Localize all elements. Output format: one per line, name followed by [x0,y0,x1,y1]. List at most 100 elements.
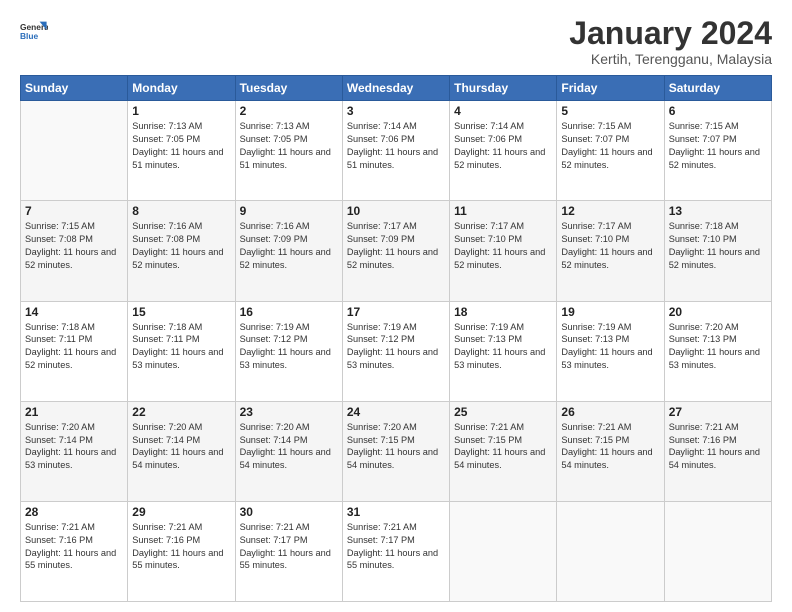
table-row: 29 Sunrise: 7:21 AM Sunset: 7:16 PM Dayli… [128,501,235,601]
table-row [21,101,128,201]
day-number: 1 [132,104,230,118]
day-number: 11 [454,204,552,218]
day-info: Sunrise: 7:13 AM Sunset: 7:05 PM Dayligh… [240,120,338,172]
day-info: Sunrise: 7:18 AM Sunset: 7:11 PM Dayligh… [25,321,123,373]
table-row [450,501,557,601]
table-row: 5 Sunrise: 7:15 AM Sunset: 7:07 PM Daylig… [557,101,664,201]
logo: General Blue [20,16,52,44]
table-row: 24 Sunrise: 7:20 AM Sunset: 7:15 PM Dayli… [342,401,449,501]
table-row: 10Sunrise: 7:17 AM Sunset: 7:09 PM Dayli… [342,201,449,301]
day-number: 28 [25,505,123,519]
day-number: 7 [25,204,123,218]
table-row: 18 Sunrise: 7:19 AM Sunset: 7:13 PM Dayli… [450,301,557,401]
day-info: Sunrise: 7:20 AM Sunset: 7:15 PM Dayligh… [347,421,445,473]
calendar: Sunday Monday Tuesday Wednesday Thursday… [20,75,772,602]
day-info: Sunrise: 7:21 AM Sunset: 7:17 PM Dayligh… [240,521,338,573]
day-info: Sunrise: 7:17 AM Sunset: 7:09 PM Dayligh… [347,220,445,272]
day-info: Sunrise: 7:19 AM Sunset: 7:13 PM Dayligh… [454,321,552,373]
table-row: 16 Sunrise: 7:19 AM Sunset: 7:12 PM Dayli… [235,301,342,401]
table-row: 31 Sunrise: 7:21 AM Sunset: 7:17 PM Dayli… [342,501,449,601]
day-info: Sunrise: 7:20 AM Sunset: 7:14 PM Dayligh… [25,421,123,473]
day-number: 6 [669,104,767,118]
day-info: Sunrise: 7:14 AM Sunset: 7:06 PM Dayligh… [454,120,552,172]
day-number: 15 [132,305,230,319]
table-row: 23 Sunrise: 7:20 AM Sunset: 7:14 PM Dayli… [235,401,342,501]
table-row: 9 Sunrise: 7:16 AM Sunset: 7:09 PM Daylig… [235,201,342,301]
table-row: 20Sunrise: 7:20 AM Sunset: 7:13 PM Dayli… [664,301,771,401]
calendar-week-row: 1 Sunrise: 7:13 AM Sunset: 7:05 PM Daylig… [21,101,772,201]
svg-text:Blue: Blue [20,31,38,41]
day-number: 12 [561,204,659,218]
table-row: 15 Sunrise: 7:18 AM Sunset: 7:11 PM Dayli… [128,301,235,401]
table-row: 7 Sunrise: 7:15 AM Sunset: 7:08 PM Daylig… [21,201,128,301]
header-thursday: Thursday [450,76,557,101]
day-number: 24 [347,405,445,419]
calendar-week-row: 28 Sunrise: 7:21 AM Sunset: 7:16 PM Dayli… [21,501,772,601]
table-row: 12 Sunrise: 7:17 AM Sunset: 7:10 PM Dayli… [557,201,664,301]
header-monday: Monday [128,76,235,101]
day-info: Sunrise: 7:19 AM Sunset: 7:12 PM Dayligh… [347,321,445,373]
header-tuesday: Tuesday [235,76,342,101]
day-number: 21 [25,405,123,419]
header-friday: Friday [557,76,664,101]
day-info: Sunrise: 7:18 AM Sunset: 7:11 PM Dayligh… [132,321,230,373]
day-number: 27 [669,405,767,419]
calendar-header-row: Sunday Monday Tuesday Wednesday Thursday… [21,76,772,101]
day-number: 31 [347,505,445,519]
day-number: 8 [132,204,230,218]
table-row: 3 Sunrise: 7:14 AM Sunset: 7:06 PM Daylig… [342,101,449,201]
calendar-week-row: 14Sunrise: 7:18 AM Sunset: 7:11 PM Dayli… [21,301,772,401]
table-row: 11 Sunrise: 7:17 AM Sunset: 7:10 PM Dayli… [450,201,557,301]
day-info: Sunrise: 7:14 AM Sunset: 7:06 PM Dayligh… [347,120,445,172]
day-number: 18 [454,305,552,319]
header-wednesday: Wednesday [342,76,449,101]
day-number: 29 [132,505,230,519]
table-row: 19 Sunrise: 7:19 AM Sunset: 7:13 PM Dayli… [557,301,664,401]
day-number: 23 [240,405,338,419]
page: General Blue January 2024 Kertih, Tereng… [0,0,792,612]
day-number: 16 [240,305,338,319]
table-row: 13Sunrise: 7:18 AM Sunset: 7:10 PM Dayli… [664,201,771,301]
header: General Blue January 2024 Kertih, Tereng… [20,16,772,67]
day-number: 17 [347,305,445,319]
day-number: 26 [561,405,659,419]
day-info: Sunrise: 7:17 AM Sunset: 7:10 PM Dayligh… [561,220,659,272]
day-number: 30 [240,505,338,519]
day-info: Sunrise: 7:20 AM Sunset: 7:14 PM Dayligh… [240,421,338,473]
day-info: Sunrise: 7:19 AM Sunset: 7:13 PM Dayligh… [561,321,659,373]
day-info: Sunrise: 7:15 AM Sunset: 7:07 PM Dayligh… [669,120,767,172]
table-row: 28Sunrise: 7:21 AM Sunset: 7:16 PM Dayli… [21,501,128,601]
header-saturday: Saturday [664,76,771,101]
day-number: 22 [132,405,230,419]
table-row: 22 Sunrise: 7:20 AM Sunset: 7:14 PM Dayli… [128,401,235,501]
day-number: 5 [561,104,659,118]
day-info: Sunrise: 7:21 AM Sunset: 7:17 PM Dayligh… [347,521,445,573]
table-row: 25Sunrise: 7:21 AM Sunset: 7:15 PM Dayli… [450,401,557,501]
day-number: 3 [347,104,445,118]
table-row: 27 Sunrise: 7:21 AM Sunset: 7:16 PM Dayli… [664,401,771,501]
day-info: Sunrise: 7:21 AM Sunset: 7:15 PM Dayligh… [561,421,659,473]
day-info: Sunrise: 7:21 AM Sunset: 7:15 PM Dayligh… [454,421,552,473]
month-title: January 2024 [569,16,772,51]
logo-icon: General Blue [20,16,48,44]
table-row [557,501,664,601]
day-number: 19 [561,305,659,319]
day-info: Sunrise: 7:20 AM Sunset: 7:14 PM Dayligh… [132,421,230,473]
day-info: Sunrise: 7:16 AM Sunset: 7:09 PM Dayligh… [240,220,338,272]
calendar-week-row: 7 Sunrise: 7:15 AM Sunset: 7:08 PM Daylig… [21,201,772,301]
day-info: Sunrise: 7:19 AM Sunset: 7:12 PM Dayligh… [240,321,338,373]
day-info: Sunrise: 7:15 AM Sunset: 7:08 PM Dayligh… [25,220,123,272]
day-info: Sunrise: 7:17 AM Sunset: 7:10 PM Dayligh… [454,220,552,272]
day-info: Sunrise: 7:15 AM Sunset: 7:07 PM Dayligh… [561,120,659,172]
table-row: 17 Sunrise: 7:19 AM Sunset: 7:12 PM Dayli… [342,301,449,401]
table-row [664,501,771,601]
table-row: 6 Sunrise: 7:15 AM Sunset: 7:07 PM Daylig… [664,101,771,201]
table-row: 21 Sunrise: 7:20 AM Sunset: 7:14 PM Dayli… [21,401,128,501]
title-section: January 2024 Kertih, Terengganu, Malaysi… [569,16,772,67]
table-row: 2Sunrise: 7:13 AM Sunset: 7:05 PM Daylig… [235,101,342,201]
day-number: 4 [454,104,552,118]
day-info: Sunrise: 7:21 AM Sunset: 7:16 PM Dayligh… [132,521,230,573]
location: Kertih, Terengganu, Malaysia [569,51,772,67]
day-info: Sunrise: 7:21 AM Sunset: 7:16 PM Dayligh… [669,421,767,473]
day-number: 9 [240,204,338,218]
